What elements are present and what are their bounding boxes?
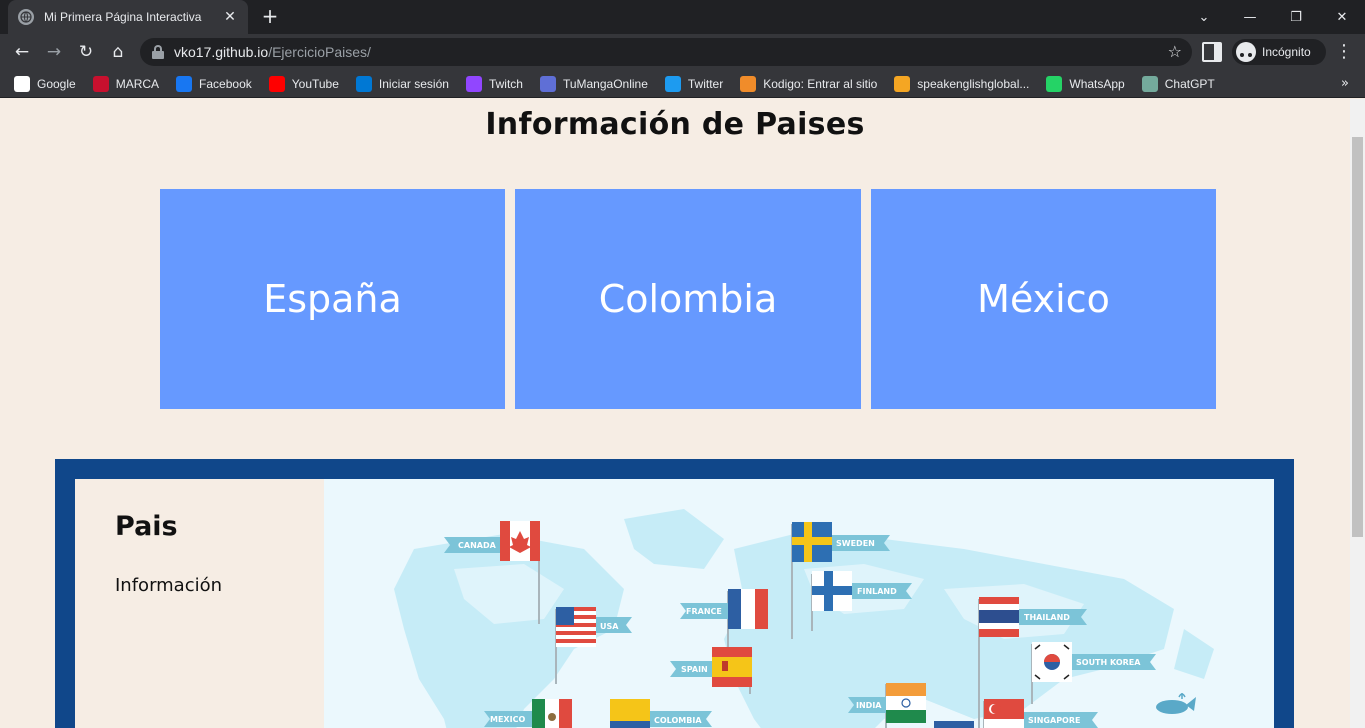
flag-colombia: COLOMBIA — [610, 699, 712, 728]
kebab-menu-icon[interactable]: ⋮ — [1334, 38, 1354, 66]
bookmark-label: speakenglishglobal... — [917, 76, 1030, 91]
speakenglish-icon — [894, 75, 911, 92]
chatgpt-icon — [1141, 75, 1158, 92]
reload-icon[interactable]: ↻ — [72, 38, 100, 66]
browser-tab[interactable]: Mi Primera Página Interactiva ✕ — [8, 0, 248, 34]
scrollbar-thumb[interactable] — [1352, 137, 1363, 537]
info-panel: Pais Información — [75, 479, 324, 728]
map-label-spain: SPAIN — [681, 665, 708, 674]
bookmark-label: Iniciar sesión — [378, 76, 449, 91]
map-label-usa: USA — [600, 622, 619, 631]
bookmark-label: TuMangaOnline — [562, 76, 648, 91]
twitter-icon — [664, 75, 681, 92]
page-scrollbar[interactable] — [1350, 99, 1365, 728]
map-label-finland: FINLAND — [857, 587, 897, 596]
close-window-button[interactable]: ✕ — [1319, 0, 1365, 34]
bookmark-twitch[interactable]: Twitch — [465, 75, 523, 92]
twitch-icon — [465, 75, 482, 92]
page-title: Información de Paises — [485, 107, 865, 142]
map-label-france: FRANCE — [686, 607, 722, 616]
info-heading: Pais — [115, 511, 178, 542]
forward-arrow-icon[interactable]: → — [40, 38, 68, 66]
world-flags-map-image: CANADA USA MEXICO COLOMBIA FRANCE SPAIN … — [324, 479, 1274, 728]
bookmark-kodigo[interactable]: Kodigo: Entrar al sitio — [740, 75, 878, 92]
bookmark-label: Twitter — [687, 76, 724, 91]
bookmark-label: MARCA — [115, 76, 160, 91]
map-label-colombia: COLOMBIA — [654, 716, 702, 725]
google-icon — [14, 75, 30, 92]
country-card-mexico[interactable]: México — [871, 189, 1216, 409]
flag-usa: USA — [556, 607, 632, 647]
bookmarks-bar: Google MARCA Facebook YouTube Iniciar sesión… — [0, 70, 1365, 98]
new-tab-button[interactable]: + — [258, 4, 282, 28]
bookmark-label: YouTube — [291, 76, 339, 91]
browser-tab-bar: Mi Primera Página Interactiva ✕ + ⌄ — ❐ … — [0, 0, 1365, 34]
bookmark-marca[interactable]: MARCA — [92, 75, 160, 92]
bookmark-outlook[interactable]: Iniciar sesión — [355, 75, 449, 92]
map-label-india: INDIA — [856, 701, 882, 710]
kodigo-icon — [740, 75, 757, 92]
url-path: /EjercicioPaises/ — [268, 44, 371, 60]
tab-title: Mi Primera Página Interactiva — [44, 10, 202, 24]
globe-icon — [18, 9, 34, 25]
bookmark-chatgpt[interactable]: ChatGPT — [1141, 75, 1215, 92]
bookmark-whatsapp[interactable]: WhatsApp — [1046, 75, 1125, 92]
map-label-canada: CANADA — [458, 541, 497, 550]
tumanga-icon — [539, 75, 556, 92]
address-bar[interactable]: vko17.github.io/EjercicioPaises/ ☆ — [140, 38, 1192, 66]
side-panel-icon[interactable] — [1202, 42, 1222, 62]
map-label-south-korea: SOUTH KOREA — [1076, 658, 1141, 667]
bookmark-star-icon[interactable]: ☆ — [1168, 42, 1182, 61]
bookmark-google[interactable]: Google — [14, 75, 76, 92]
map-label-singapore: SINGAPORE — [1028, 716, 1080, 725]
outlook-icon — [355, 75, 372, 92]
bookmark-facebook[interactable]: Facebook — [176, 75, 252, 92]
bookmark-label: Kodigo: Entrar al sitio — [763, 76, 878, 91]
bookmark-label: Facebook — [199, 76, 252, 91]
marca-icon — [92, 75, 109, 92]
lock-icon — [152, 45, 164, 59]
back-arrow-icon[interactable]: ← — [8, 38, 36, 66]
incognito-badge[interactable]: Incógnito — [1232, 39, 1326, 65]
flag-france: FRANCE — [680, 589, 768, 629]
url-host: vko17.github.io — [174, 44, 269, 60]
country-card-espana[interactable]: España — [160, 189, 505, 409]
map-label-mexico: MEXICO — [490, 715, 525, 724]
bookmark-label: WhatsApp — [1069, 76, 1125, 91]
map-label-thailand: THAILAND — [1024, 613, 1070, 622]
incognito-icon — [1236, 42, 1256, 62]
map-label-sweden: SWEDEN — [836, 539, 875, 548]
whatsapp-icon — [1046, 75, 1063, 92]
bookmark-tumanga[interactable]: TuMangaOnline — [539, 75, 648, 92]
incognito-label: Incógnito — [1262, 45, 1311, 59]
bookmark-label: ChatGPT — [1164, 76, 1215, 91]
minimize-button[interactable]: — — [1227, 0, 1273, 34]
bookmark-twitter[interactable]: Twitter — [664, 75, 724, 92]
bookmark-youtube[interactable]: YouTube — [268, 75, 339, 92]
bookmark-label: Google — [37, 76, 76, 91]
flag-partial — [934, 721, 974, 728]
browser-toolbar: ← → ↻ ⌂ vko17.github.io/EjercicioPaises/… — [0, 34, 1365, 70]
facebook-icon — [176, 75, 193, 92]
info-frame: Pais Información CANADA USA MEXICO COLOM… — [55, 459, 1294, 728]
more-bookmarks-icon[interactable]: » — [1341, 76, 1349, 91]
info-text: Información — [115, 575, 223, 596]
flag-spain: SPAIN — [670, 647, 752, 687]
close-tab-icon[interactable]: ✕ — [222, 9, 238, 25]
home-icon[interactable]: ⌂ — [104, 38, 132, 66]
world-map-illustration: CANADA USA MEXICO COLOMBIA FRANCE SPAIN … — [394, 509, 1214, 728]
tab-search-icon[interactable]: ⌄ — [1181, 0, 1227, 34]
restore-button[interactable]: ❐ — [1273, 0, 1319, 34]
page-content: Información de Paises España Colombia Mé… — [0, 99, 1350, 728]
bookmark-speakenglish[interactable]: speakenglishglobal... — [894, 75, 1030, 92]
bookmark-label: Twitch — [488, 76, 523, 91]
youtube-icon — [268, 75, 285, 92]
country-card-colombia[interactable]: Colombia — [515, 189, 861, 409]
window-controls: ⌄ — ❐ ✕ — [1181, 0, 1365, 34]
whale-icon — [1156, 693, 1196, 714]
flag-singapore: SINGAPORE — [984, 699, 1098, 728]
